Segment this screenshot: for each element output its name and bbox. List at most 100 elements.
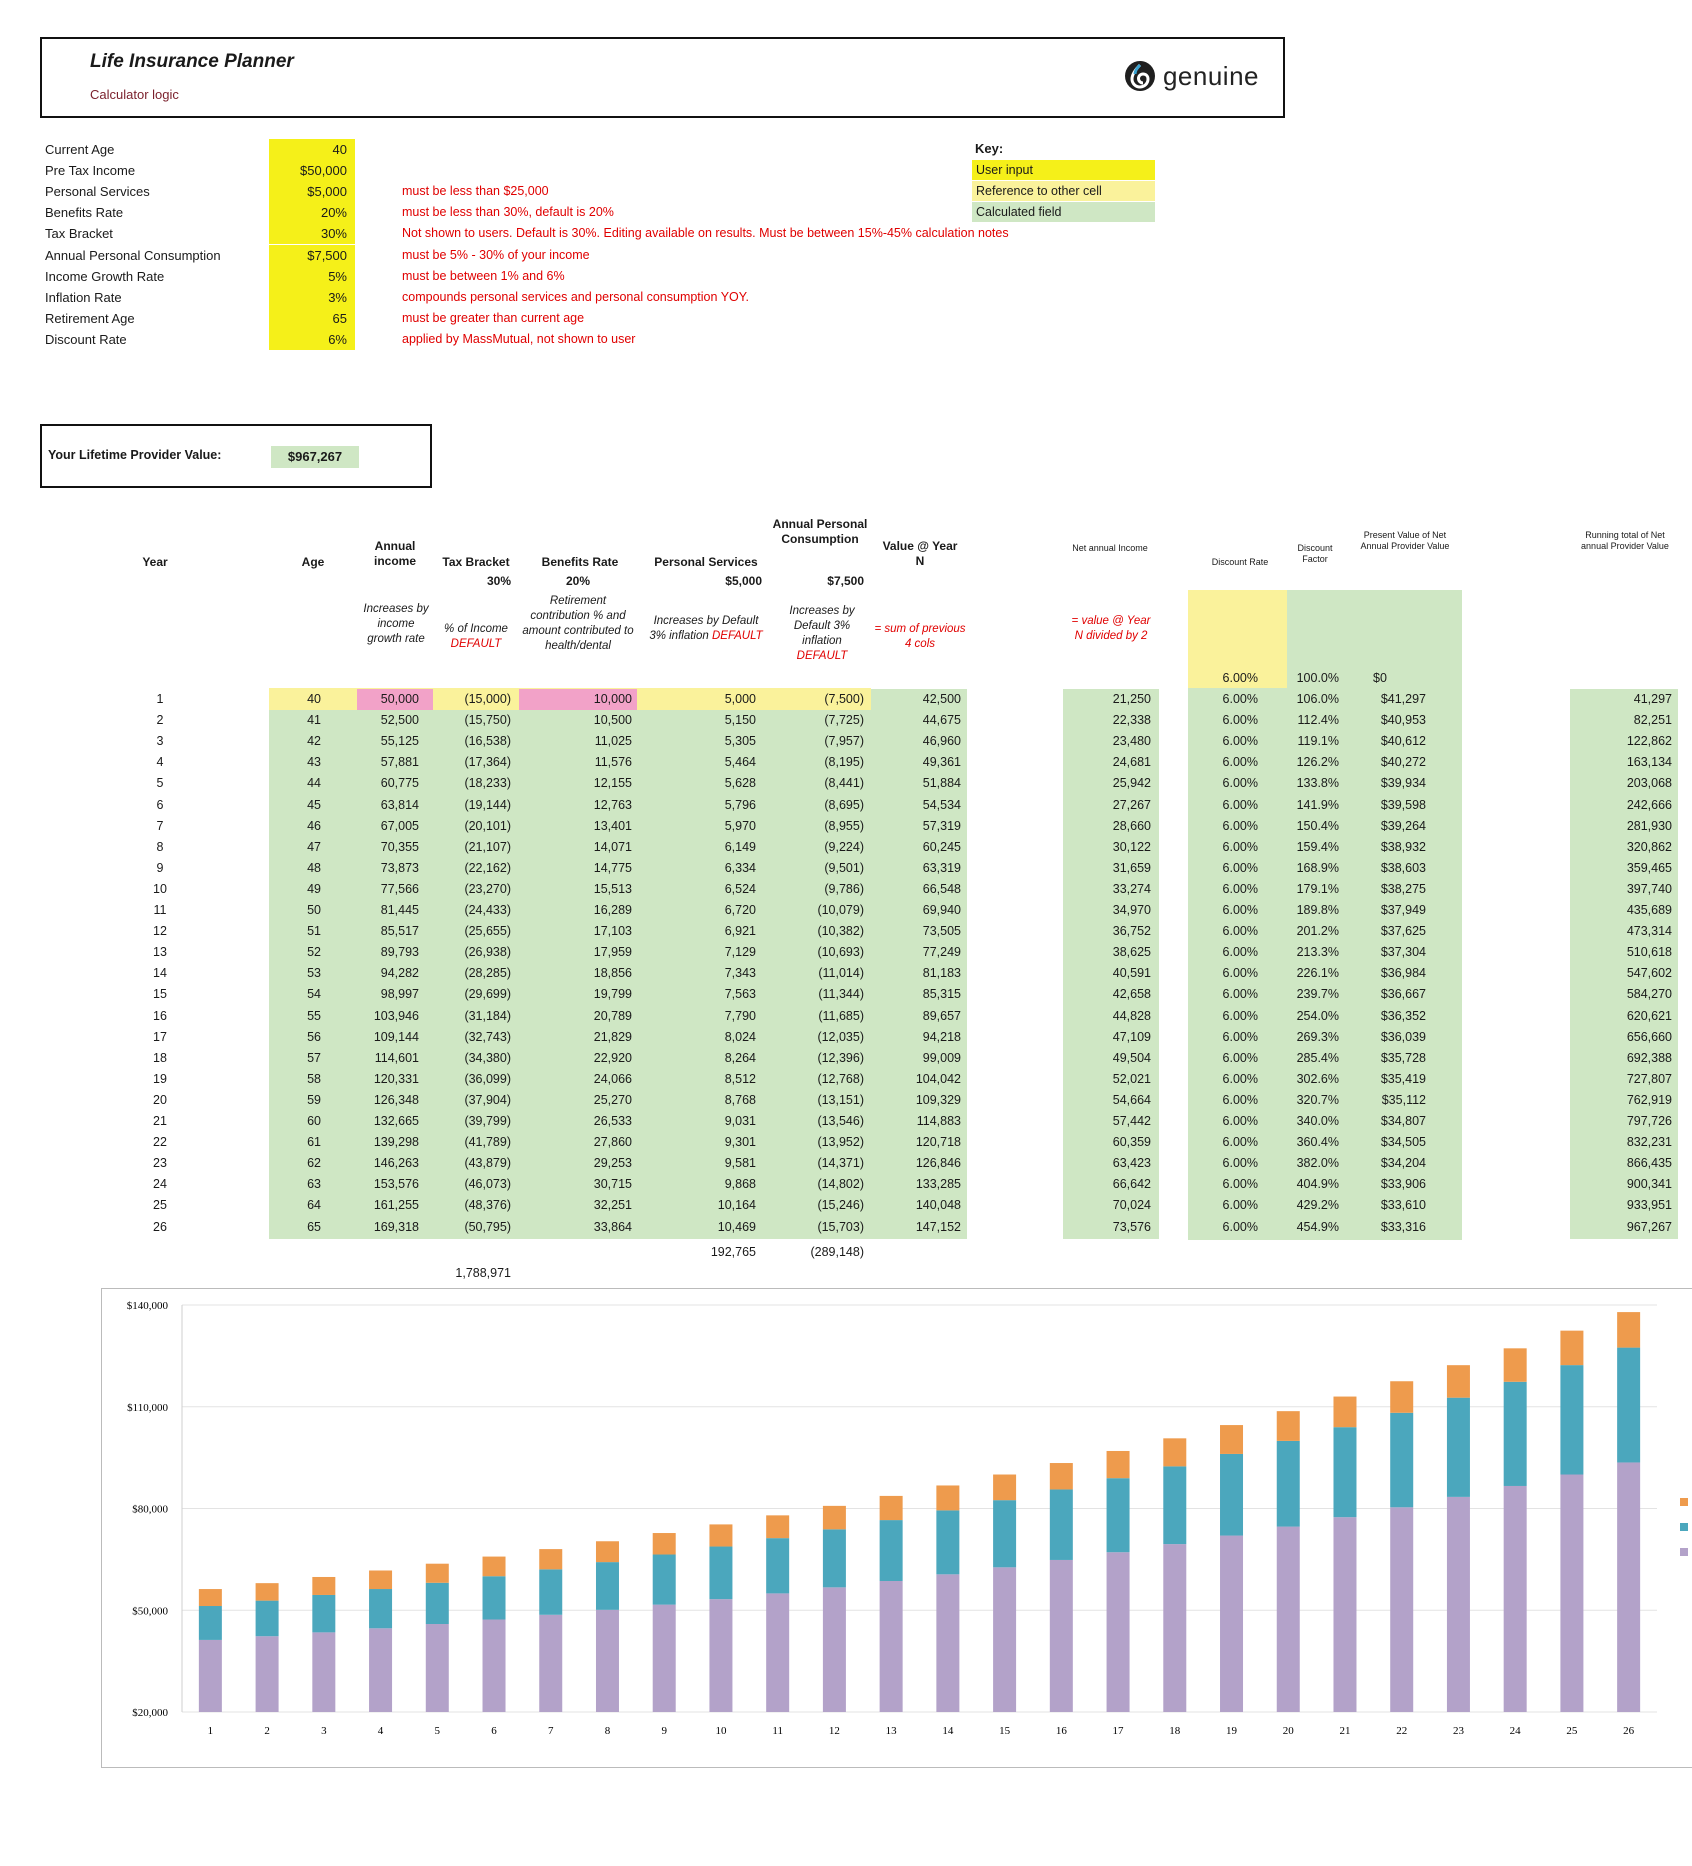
input-value[interactable]: $5,000 bbox=[269, 181, 355, 203]
cell-year: 2 bbox=[156, 713, 164, 728]
cell-income: 109,144 bbox=[373, 1029, 419, 1044]
cell-services: 5,796 bbox=[724, 797, 756, 812]
cell-age: 49 bbox=[307, 881, 321, 896]
cell-net-income: 27,267 bbox=[1112, 797, 1151, 812]
cell-discount-factor: 150.4% bbox=[1296, 818, 1339, 833]
cell-pv: $40,953 bbox=[1380, 713, 1426, 728]
bar-segment bbox=[369, 1570, 393, 1590]
bar-segment bbox=[198, 1639, 222, 1712]
cell-discount-factor: 213.3% bbox=[1296, 945, 1339, 960]
bar-segment bbox=[993, 1567, 1017, 1712]
cell-discount-rate: 6.00% bbox=[1222, 692, 1258, 706]
cell-consumption: (8,695) bbox=[824, 797, 864, 812]
y-tick-label: $20,000 bbox=[132, 1707, 168, 1719]
input-value[interactable]: 65 bbox=[269, 307, 355, 329]
input-value[interactable]: 30% bbox=[269, 223, 355, 245]
cell-year: 21 bbox=[153, 1114, 167, 1128]
cell-consumption: (9,501) bbox=[824, 860, 864, 875]
cell-discount-factor: 159.4% bbox=[1296, 839, 1339, 854]
col-discount-rate-header: Discount Rate bbox=[1211, 557, 1269, 567]
cell-discount-factor: 179.1% bbox=[1296, 881, 1339, 896]
bar-segment bbox=[879, 1580, 903, 1712]
cell-net-income: 57,442 bbox=[1112, 1114, 1151, 1128]
cell-pv: $36,352 bbox=[1380, 1008, 1426, 1023]
cell-services: 5,000 bbox=[724, 692, 756, 706]
bar-segment bbox=[595, 1541, 619, 1563]
col-year-header: Year bbox=[142, 555, 168, 569]
cell-net-income: 28,660 bbox=[1112, 818, 1151, 833]
app-title: Life Insurance Planner bbox=[90, 51, 294, 72]
bar-segment bbox=[709, 1524, 733, 1547]
bar-segment bbox=[1049, 1559, 1073, 1712]
cell-running-total: 359,465 bbox=[1626, 860, 1672, 875]
bar-segment bbox=[879, 1520, 903, 1581]
cell-tax: (34,380) bbox=[464, 1050, 511, 1065]
bar-segment bbox=[1390, 1381, 1414, 1413]
cell-income: 67,005 bbox=[380, 818, 419, 833]
cell-tax: (37,904) bbox=[464, 1092, 511, 1107]
x-tick-label: 18 bbox=[1169, 1725, 1181, 1737]
cell-benefits: 10,000 bbox=[593, 692, 632, 706]
cell-discount-factor: 404.9% bbox=[1296, 1177, 1339, 1192]
cell-running-total: 41,297 bbox=[1633, 692, 1672, 706]
bar-segment bbox=[1560, 1365, 1584, 1475]
bar-segment bbox=[1163, 1438, 1187, 1467]
cell-net-income: 47,109 bbox=[1112, 1029, 1151, 1044]
input-value[interactable]: 40 bbox=[269, 139, 355, 160]
col-consumption-header: Annual Personal Consumption bbox=[772, 517, 868, 546]
cell-consumption: (12,396) bbox=[817, 1050, 864, 1065]
cell-discount-rate: 6.00% bbox=[1222, 1198, 1258, 1213]
cell-age: 64 bbox=[307, 1198, 321, 1213]
cell-running-total: 473,314 bbox=[1626, 924, 1672, 939]
cell-income: 126,348 bbox=[373, 1092, 419, 1107]
cell-year: 10 bbox=[153, 881, 167, 896]
bar-segment bbox=[993, 1474, 1017, 1501]
cell-value: 114,883 bbox=[916, 1114, 961, 1128]
bar-segment bbox=[255, 1636, 279, 1712]
cell-tax: (24,433) bbox=[464, 903, 511, 917]
cell-consumption: (9,224) bbox=[824, 839, 864, 854]
bar-segment bbox=[1503, 1381, 1527, 1486]
cell-running-total: 281,930 bbox=[1626, 818, 1672, 833]
cell-running-total: 320,862 bbox=[1626, 839, 1672, 854]
cell-income: 60,775 bbox=[380, 776, 419, 791]
input-value[interactable]: 6% bbox=[269, 328, 355, 350]
legend-swatch bbox=[1680, 1548, 1688, 1556]
cell-value: 77,249 bbox=[922, 945, 961, 960]
cell-net-income: 52,021 bbox=[1112, 1071, 1151, 1086]
cell-consumption: (14,802) bbox=[817, 1177, 864, 1192]
cell-year: 24 bbox=[153, 1177, 167, 1192]
cell-pv: $37,949 bbox=[1380, 903, 1426, 917]
input-value[interactable]: $50,000 bbox=[269, 160, 355, 182]
cell-consumption: (11,344) bbox=[818, 987, 864, 1002]
cell-year: 11 bbox=[153, 903, 167, 917]
input-note: must be less than 30%, default is 20% bbox=[402, 205, 614, 220]
cell-year: 20 bbox=[153, 1092, 167, 1107]
cell-tax: (46,073) bbox=[464, 1177, 511, 1192]
cell-pv: $40,612 bbox=[1380, 734, 1426, 749]
input-value[interactable]: $7,500 bbox=[269, 244, 355, 266]
bar-segment bbox=[595, 1562, 619, 1610]
cell-age: 65 bbox=[307, 1219, 321, 1234]
cell-year: 18 bbox=[153, 1050, 167, 1065]
cell-tax: (17,364) bbox=[464, 755, 511, 770]
cell-net-income: 23,480 bbox=[1112, 734, 1151, 749]
net-note: = value @ Year N divided by 2 bbox=[1071, 615, 1151, 642]
input-value[interactable]: 20% bbox=[269, 202, 355, 224]
input-value[interactable]: 5% bbox=[269, 265, 355, 287]
cell-value: 94,218 bbox=[922, 1029, 961, 1044]
cell-benefits: 24,066 bbox=[593, 1071, 632, 1086]
col-age-header: Age bbox=[301, 555, 325, 569]
x-tick-label: 21 bbox=[1339, 1725, 1350, 1737]
cell-discount-factor: 454.9% bbox=[1296, 1219, 1339, 1234]
cell-benefits: 27,860 bbox=[593, 1135, 632, 1150]
cell-tax: (22,162) bbox=[464, 860, 511, 875]
input-value[interactable]: 3% bbox=[269, 286, 355, 308]
bar-segment bbox=[312, 1632, 336, 1712]
cell-benefits: 32,251 bbox=[593, 1198, 632, 1213]
cell-age: 47 bbox=[307, 839, 321, 854]
cell-benefits: 26,533 bbox=[593, 1114, 632, 1128]
cell-income: 52,500 bbox=[380, 713, 419, 728]
cell-discount-rate: 6.00% bbox=[1222, 881, 1258, 896]
bar-segment bbox=[1220, 1453, 1244, 1536]
